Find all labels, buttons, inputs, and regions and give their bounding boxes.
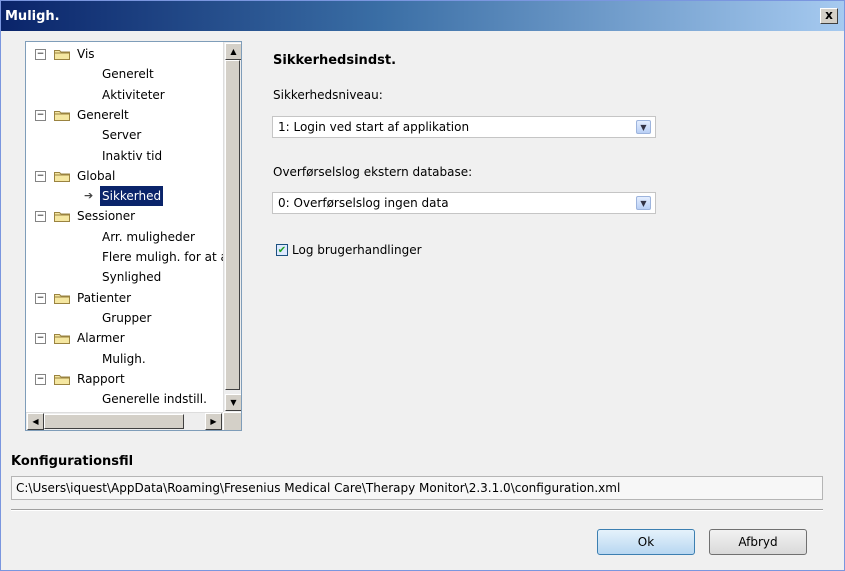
tree-item[interactable]: Grupper [26, 308, 223, 328]
tree-item-label: Flere muligh. for at a [102, 250, 223, 264]
folder-icon [54, 212, 70, 223]
tree-item[interactable]: Generelle indstill. [26, 389, 223, 409]
config-title: Konfigurationsfil [11, 454, 134, 469]
collapse-icon[interactable]: − [35, 333, 46, 345]
folder-icon [54, 171, 70, 182]
tree-node[interactable]: − Rapport [26, 369, 223, 389]
tree-item-label: Synlighed [102, 270, 162, 285]
tree-item-label: Inaktiv tid [102, 148, 163, 163]
cancel-button[interactable]: Afbryd [709, 529, 807, 555]
hscrollbar-thumb[interactable] [44, 414, 184, 429]
folder-icon [54, 293, 70, 304]
tree-item[interactable]: Server [26, 125, 223, 145]
tree-item[interactable]: Flere muligh. for at a [26, 247, 223, 267]
scroll-right-button[interactable]: ▶ [205, 413, 222, 430]
tree-item-label: Sikkerhed [100, 186, 164, 207]
log-user-actions-label: Log brugerhandlinger [292, 243, 422, 257]
folder-icon [54, 334, 70, 345]
horizontal-scrollbar[interactable]: ◀ ▶ [26, 412, 223, 430]
folder-icon [54, 110, 70, 121]
tree-item-label: Generelt [102, 67, 154, 82]
collapse-icon[interactable]: − [35, 109, 46, 121]
tree-content: − Vis Generelt Aktiviteter − Generelt Server In… [26, 42, 223, 412]
tree-item[interactable]: Muligh. [26, 349, 223, 369]
chevron-down-icon[interactable]: ▼ [636, 120, 651, 134]
selected-arrow-icon: ➔ [84, 189, 94, 203]
tree-item-label: Server [102, 128, 142, 143]
tree-node-label: Global [77, 168, 116, 183]
security-level-value: 1: Login ved start af applikation [278, 120, 470, 134]
tree-item[interactable]: Arr. muligheder [26, 227, 223, 247]
tree-item-label: Arr. muligheder [102, 229, 195, 244]
separator [11, 509, 823, 511]
options-tree: − Vis Generelt Aktiviteter − Generelt Server In… [25, 41, 242, 431]
window-title: Muligh. [5, 8, 60, 24]
close-button[interactable]: x [820, 8, 838, 24]
chevron-down-icon[interactable]: ▼ [636, 196, 651, 210]
security-level-select[interactable]: 1: Login ved start af applikation ▼ [272, 116, 656, 138]
tree-item[interactable]: Synlighed [26, 267, 223, 287]
folder-icon [54, 374, 70, 385]
config-path-field[interactable]: C:\Users\iquest\AppData\Roaming\Freseniu… [11, 476, 823, 500]
tree-item[interactable]: ➔ Sikkerhed [26, 186, 223, 207]
transfer-log-value: 0: Overførselslog ingen data [278, 196, 449, 210]
tree-item-label: Grupper [102, 310, 152, 325]
collapse-icon[interactable]: − [35, 373, 46, 385]
folder-icon [54, 50, 70, 60]
vertical-scrollbar[interactable]: ▲ ▼ [223, 42, 241, 412]
tree-node[interactable]: − Global [26, 166, 223, 186]
tree-item-label: Aktiviteter [102, 87, 165, 102]
tree-node-label: Patienter [77, 290, 132, 305]
tree-item[interactable]: Inaktiv tid [26, 146, 223, 166]
tree-node[interactable]: − Generelt [26, 105, 223, 125]
collapse-icon[interactable]: − [35, 292, 46, 304]
tree-item[interactable]: Aktiviteter [26, 85, 223, 105]
section-title: Sikkerhedsindst. [273, 53, 397, 68]
log-user-actions-checkbox[interactable]: ✔ [276, 244, 288, 256]
scroll-up-button[interactable]: ▲ [225, 43, 241, 60]
tree-node[interactable]: − Vis [26, 44, 223, 64]
tree-node-label: Alarmer [77, 331, 125, 346]
security-level-label: Sikkerhedsniveau: [273, 88, 383, 102]
log-user-actions-row[interactable]: ✔ Log brugerhandlinger [276, 242, 422, 258]
tree-node[interactable]: − Patienter [26, 288, 223, 308]
transfer-log-select[interactable]: 0: Overførselslog ingen data ▼ [272, 192, 656, 214]
tree-node-label: Rapport [77, 371, 125, 386]
collapse-icon[interactable]: − [35, 211, 46, 223]
tree-item-label: Generelle indstill. [102, 392, 207, 407]
tree-node[interactable]: − Alarmer [26, 328, 223, 348]
tree-node[interactable]: − Sessioner [26, 206, 223, 226]
scroll-corner [224, 413, 241, 430]
collapse-icon[interactable]: − [35, 170, 46, 182]
tree-item-label: Muligh. [102, 351, 146, 366]
tree-node-label: Vis [77, 47, 95, 61]
tree-item[interactable]: Generelt [26, 64, 223, 84]
scrollbar-thumb[interactable] [225, 60, 240, 390]
scroll-down-button[interactable]: ▼ [225, 394, 241, 411]
scroll-left-button[interactable]: ◀ [27, 413, 44, 430]
ok-button[interactable]: Ok [597, 529, 695, 555]
title-bar[interactable]: Muligh. x [1, 1, 844, 31]
tree-node-label: Sessioner [77, 209, 136, 224]
collapse-icon[interactable]: − [35, 49, 46, 60]
options-dialog: Muligh. x − Vis Generelt Aktiviteter − Genere… [0, 0, 845, 571]
tree-node-label: Generelt [77, 107, 129, 122]
transfer-log-label: Overførselslog ekstern database: [273, 165, 473, 179]
